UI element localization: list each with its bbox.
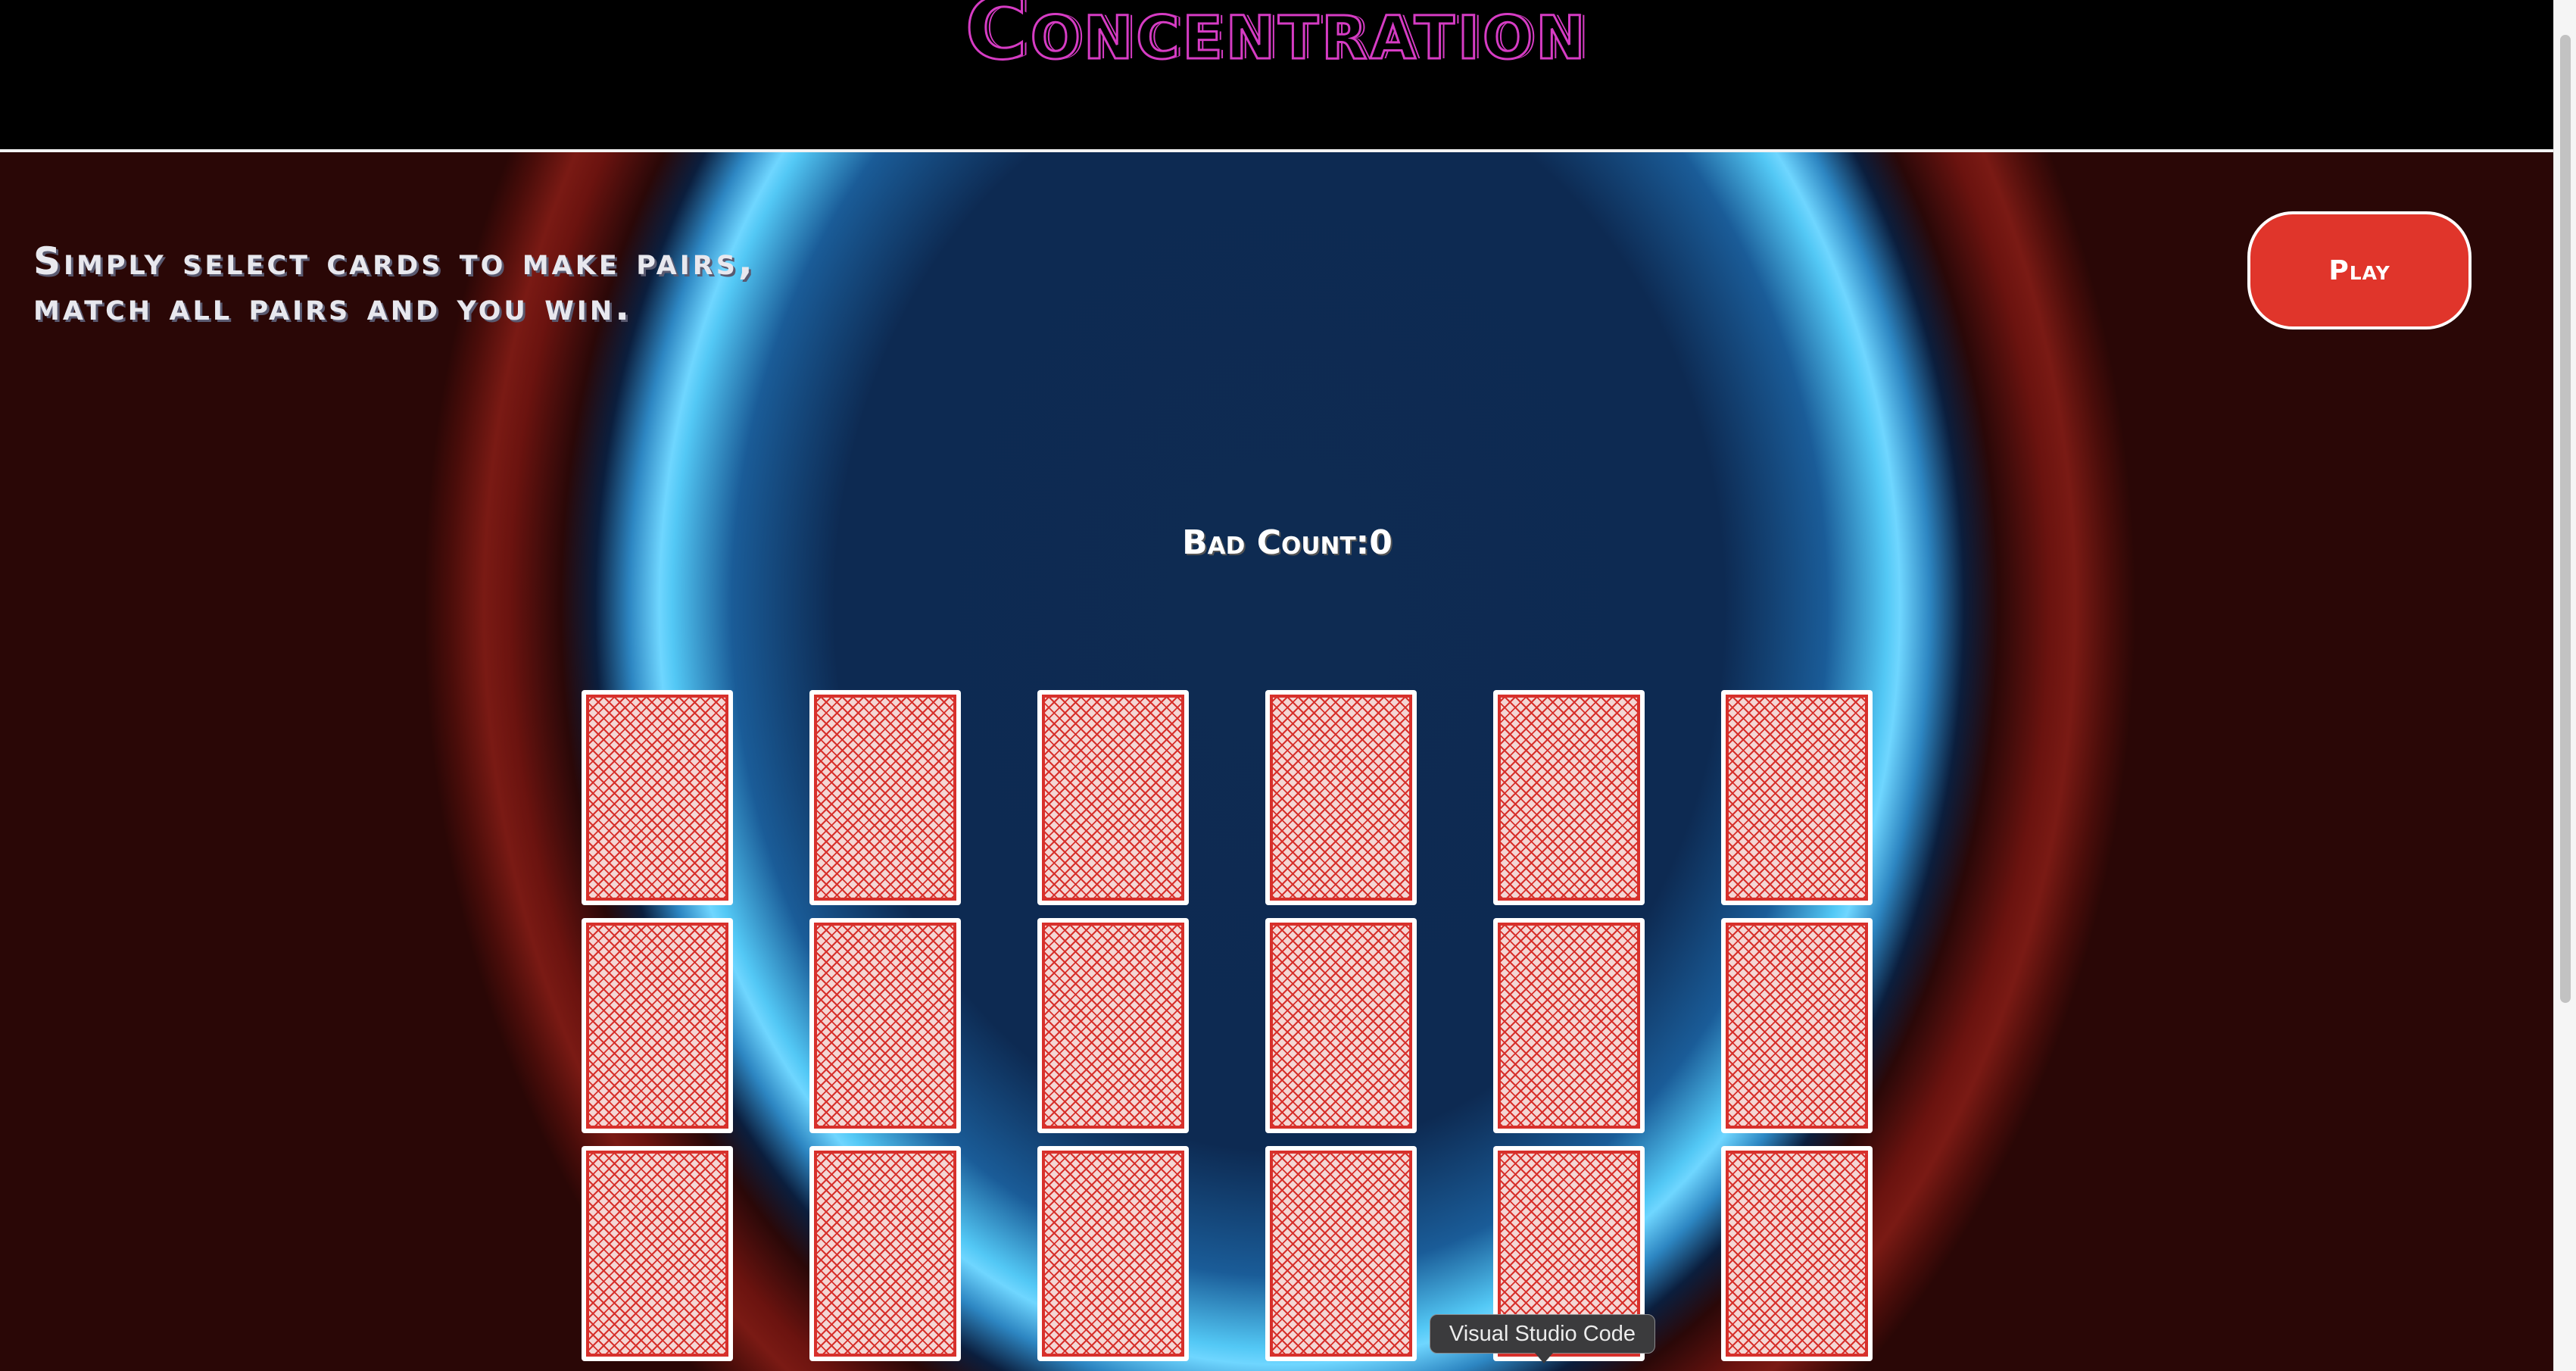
card[interactable] (1037, 690, 1189, 905)
card-back-pattern (1726, 1151, 1868, 1357)
card-back-pattern (814, 1151, 956, 1357)
card-back-pattern (1270, 1151, 1412, 1357)
card-back-pattern (814, 923, 956, 1129)
card[interactable] (1493, 918, 1645, 1133)
card-back-pattern (1726, 695, 1868, 901)
card-back-pattern (1042, 695, 1184, 901)
card-back-pattern (1270, 695, 1412, 901)
card[interactable] (582, 690, 733, 905)
card[interactable] (809, 1146, 961, 1361)
card-back-pattern (1042, 923, 1184, 1129)
card-back-pattern (1498, 695, 1640, 901)
card-back-pattern (1270, 923, 1412, 1129)
card[interactable] (1721, 1146, 1873, 1361)
card-back-pattern (1498, 923, 1640, 1129)
bad-count-label: Bad Count: (1182, 523, 1370, 562)
card-grid (582, 690, 1873, 1361)
card-back-pattern (1726, 923, 1868, 1129)
card-back-pattern (586, 695, 728, 901)
card[interactable] (1265, 690, 1417, 905)
card[interactable] (809, 690, 961, 905)
card-back-pattern (586, 923, 728, 1129)
scrollbar[interactable] (2553, 0, 2576, 1371)
card[interactable] (582, 918, 733, 1133)
card[interactable] (1721, 690, 1873, 905)
card[interactable] (1265, 1146, 1417, 1361)
card-back-pattern (586, 1151, 728, 1357)
card[interactable] (582, 1146, 733, 1361)
play-button[interactable]: Play (2247, 211, 2472, 329)
card[interactable] (1721, 918, 1873, 1133)
card[interactable] (809, 918, 961, 1133)
card-back-pattern (814, 695, 956, 901)
page-title: Concentration (964, 0, 1589, 80)
card-back-pattern (1042, 1151, 1184, 1357)
card[interactable] (1037, 1146, 1189, 1361)
card[interactable] (1265, 918, 1417, 1133)
card[interactable] (1493, 690, 1645, 905)
bad-count: Bad Count:0 (1060, 523, 1514, 562)
tooltip: Visual Studio Code (1430, 1314, 1655, 1363)
instructions-text: Simply select cards to make pairs, match… (33, 239, 756, 329)
bad-count-value: 0 (1369, 523, 1392, 562)
game-stage: Simply select cards to make pairs, match… (0, 152, 2553, 1371)
header: Concentration (0, 0, 2553, 152)
scrollbar-thumb[interactable] (2560, 35, 2571, 1003)
card[interactable] (1037, 918, 1189, 1133)
